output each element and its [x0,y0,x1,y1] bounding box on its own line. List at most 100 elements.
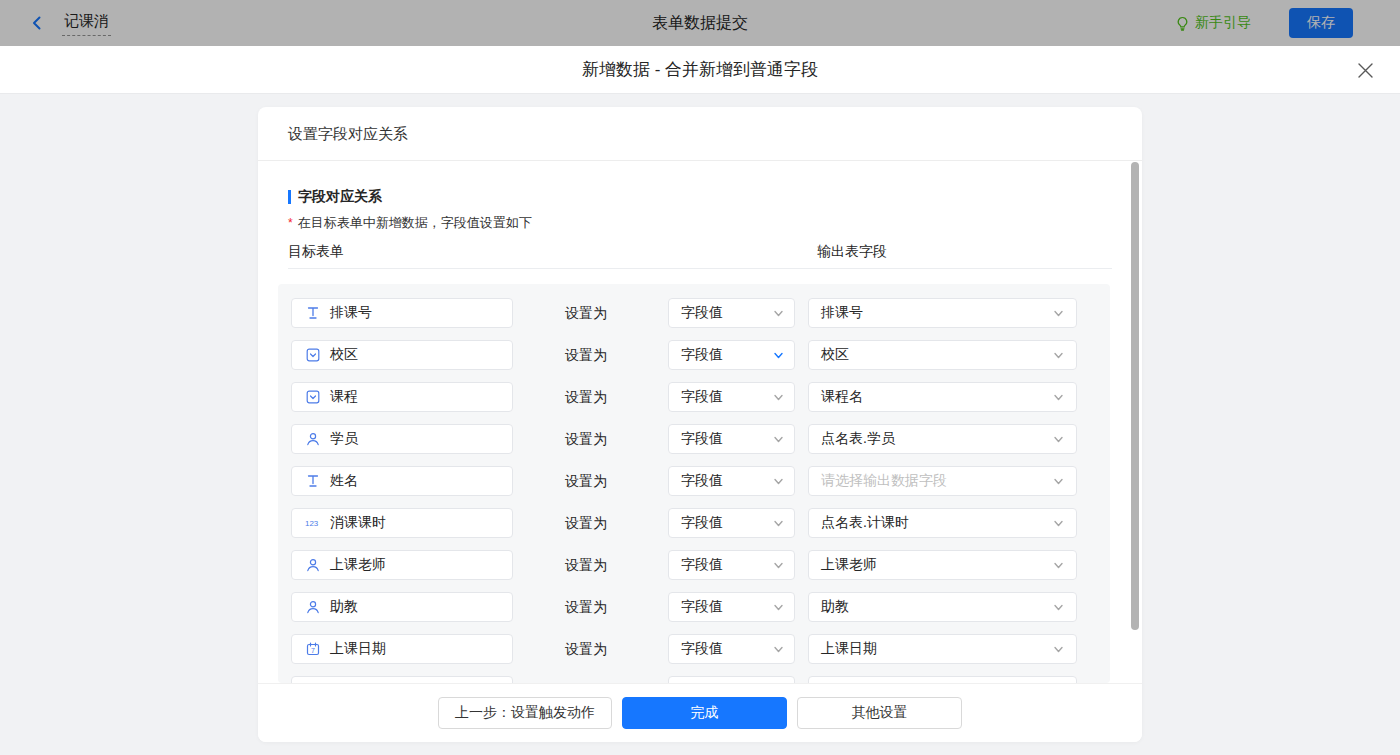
value-mode-select[interactable]: 字段值 [668,424,795,454]
output-field-select[interactable]: 点名表.计课时 [808,508,1077,538]
select-field-icon [305,348,320,363]
person-field-icon [305,432,320,447]
mapping-row: 排课号 设置为 字段值 排课号 [291,298,1097,328]
mapping-row: 上课老师设置为字段值上课老师 [291,550,1097,580]
value-mode-label: 字段值 [681,640,723,658]
person-field-icon [305,558,320,573]
done-button[interactable]: 完成 [622,697,787,729]
section-accent-bar [288,190,291,204]
output-field-label: 点名表.学员 [821,430,895,448]
output-field-select[interactable]: 请选择输出数据字段 [808,466,1077,496]
value-mode-select[interactable]: 字段值 [668,382,795,412]
target-field-label: 姓名 [330,472,358,490]
output-field-label: 上课日期 [821,640,877,658]
target-field-label: 消课课时 [330,514,386,532]
target-field-box[interactable]: 课程 [291,382,513,412]
mapping-row: 助教 设置为 字段值 助教 [291,592,1097,622]
mapping-row: 123 消课课时 设置为 字段值 点名表.计课时 [291,508,1097,538]
number-field-icon: 123 [305,516,320,531]
target-field-box[interactable] [291,676,513,683]
text-field-icon [305,474,320,489]
value-mode-select[interactable]: 字段值 [668,298,795,328]
value-mode-select[interactable]: 字段值 [668,592,795,622]
person-field-icon [305,600,320,615]
target-field-label: 排课号 [330,304,372,322]
output-field-label: 助教 [821,598,849,616]
modal-header: 新增数据 - 合并新增到普通字段 [0,46,1400,94]
value-mode-label: 字段值 [681,304,723,322]
set-as-label: 设置为 [565,298,607,328]
output-field-select[interactable]: 助教 [808,592,1077,622]
value-mode-label: 字段值 [681,430,723,448]
section-title: 字段对应关系 [288,188,382,206]
divider [288,268,1112,269]
value-mode-select[interactable] [668,676,795,683]
set-as-label: 设置为 [565,382,607,412]
set-as-label: 设置为 [565,340,607,370]
value-mode-label: 字段值 [681,598,723,616]
scrollbar-thumb[interactable] [1131,162,1139,630]
target-field-label: 上课日期 [330,640,386,658]
target-field-box[interactable]: 校区 [291,340,513,370]
value-mode-select[interactable]: 字段值 [668,340,795,370]
target-field-box[interactable]: 123 消课课时 [291,508,513,538]
mapping-panel: 设置字段对应关系 字段对应关系 *在目标表单中新增数据，字段值设置如下 目标表单… [258,107,1142,742]
output-field-select[interactable]: 排课号 [808,298,1077,328]
output-field-label: 校区 [821,346,849,364]
set-as-label: 设置为 [565,508,607,538]
output-field-label: 排课号 [821,304,863,322]
output-field-select[interactable]: 上课日期 [808,634,1077,664]
output-field-select[interactable]: 点名表.学员 [808,424,1077,454]
value-mode-label: 字段值 [681,388,723,406]
target-field-label: 校区 [330,346,358,364]
other-settings-button[interactable]: 其他设置 [797,697,962,729]
value-mode-label: 字段值 [681,346,723,364]
date-field-icon: 7 [305,642,320,657]
output-field-label: 点名表.计课时 [821,514,909,532]
target-field-label: 上课老师 [330,556,386,574]
mapping-row: 姓名 设置为 字段值 请选择输出数据字段 [291,466,1097,496]
mapping-row: 学员 设置为 字段值 点名表.学员 [291,424,1097,454]
topbar: 记课消 表单数据提交 新手引导 保存 [0,0,1400,46]
output-field-select[interactable] [808,676,1077,683]
output-field-select[interactable]: 课程名 [808,382,1077,412]
section-note: *在目标表单中新增数据，字段值设置如下 [288,214,532,232]
target-field-box[interactable]: 7 上课日期 [291,634,513,664]
modal-title: 新增数据 - 合并新增到普通字段 [0,46,1400,94]
panel-title: 设置字段对应关系 [258,107,1142,161]
value-mode-select[interactable]: 字段值 [668,466,795,496]
target-field-box[interactable]: 上课老师 [291,550,513,580]
mapping-row [291,676,1097,683]
text-field-icon [305,306,320,321]
set-as-label: 设置为 [565,424,607,454]
target-field-box[interactable]: 姓名 [291,466,513,496]
select-field-icon [305,390,320,405]
output-field-label: 上课老师 [821,556,877,574]
value-mode-select[interactable]: 字段值 [668,550,795,580]
target-field-box[interactable]: 排课号 [291,298,513,328]
svg-text:7: 7 [311,647,315,654]
mapping-row: 7 上课日期 设置为 字段值 上课日期 [291,634,1097,664]
target-field-label: 助教 [330,598,358,616]
panel-footer: 上一步：设置触发动作 完成 其他设置 [258,683,1142,742]
field-mapping-list: 排课号设置为字段值排课号校区设置为字段值校区课程设置为字段值课程名学员设置为字段… [278,284,1110,683]
prev-step-button[interactable]: 上一步：设置触发动作 [438,697,612,729]
column-header-output-fields: 输出表字段 [817,243,887,261]
target-field-box[interactable]: 学员 [291,424,513,454]
set-as-label: 设置为 [565,592,607,622]
value-mode-label: 字段值 [681,472,723,490]
target-field-box[interactable]: 助教 [291,592,513,622]
target-field-label: 课程 [330,388,358,406]
modal-body: 设置字段对应关系 字段对应关系 *在目标表单中新增数据，字段值设置如下 目标表单… [0,94,1400,755]
output-field-select[interactable]: 校区 [808,340,1077,370]
output-field-label: 课程名 [821,388,863,406]
set-as-label: 设置为 [565,634,607,664]
mapping-row: 校区 设置为 字段值 校区 [291,340,1097,370]
value-mode-select[interactable]: 字段值 [668,508,795,538]
output-field-select[interactable]: 上课老师 [808,550,1077,580]
set-as-label: 设置为 [565,466,607,496]
close-icon[interactable] [1355,60,1375,80]
value-mode-select[interactable]: 字段值 [668,634,795,664]
mapping-row: 课程 设置为 字段值 课程名 [291,382,1097,412]
column-header-target-form: 目标表单 [288,243,344,261]
